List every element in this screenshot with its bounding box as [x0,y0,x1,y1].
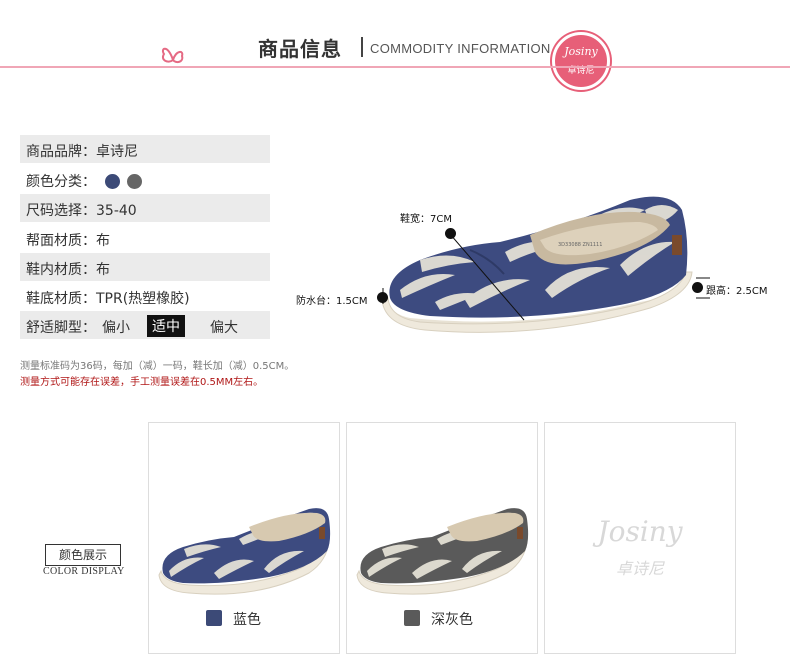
spec-row-sole: 鞋底材质：TPR(热塑橡胶) [20,282,270,310]
color-card-gray[interactable]: 深灰色 [346,422,538,654]
shoe-illustration: 3D33088 ZN1111 [381,196,710,333]
spec-label: 鞋内材质： [26,262,96,278]
spec-value: 布 [96,262,110,278]
fit-option-large: 偏大 [210,320,238,336]
measurement-warning: 测量方式可能存在误差，手工测量误差在0.5MM左右。 [20,377,264,388]
brand-logo: Josiny [597,515,683,548]
color-dot-blue [105,174,120,189]
platform-annotation: 防水台：1.5CM [296,296,368,307]
width-marker-dot [445,228,456,239]
brand-logo-script: 卓诗尼 [615,559,664,578]
spec-value: 35-40 [96,203,137,219]
spec-label: 颜色分类： [26,174,96,190]
butterfly-icon [162,47,184,64]
color-card-blue[interactable]: 蓝色 [148,422,340,654]
spec-label: 尺码选择： [26,203,96,219]
svg-text:3D33088 ZN1111: 3D33088 ZN1111 [558,242,602,248]
spec-value: 布 [96,233,110,249]
spec-label: 商品品牌： [26,144,96,160]
color-dot-gray [127,174,142,189]
fit-option-medium: 适中 [147,315,185,337]
spec-label: 帮面材质： [26,233,96,249]
spec-row-colors: 颜色分类： [20,165,270,193]
spec-row-size: 尺码选择：35-40 [20,194,270,222]
spec-row-lining: 鞋内材质：布 [20,253,270,281]
badge-logo-text: Josiny [564,45,598,58]
spec-value: TPR(热塑橡胶) [96,291,190,307]
page-title: 商品信息 [258,37,342,61]
color-name-gray: 深灰色 [431,612,473,628]
heel-annotation: 跟高：2.5CM [706,286,768,297]
page-subtitle: COMMODITY INFORMATION [370,41,551,56]
color-display-subtitle: COLOR DISPLAY [43,566,125,577]
color-swatch-gray [404,610,420,626]
header-divider [0,66,790,68]
color-name-blue: 蓝色 [233,612,261,628]
platform-marker-dot [377,292,388,303]
badge-brand-name: 卓诗尼 [567,66,595,76]
spec-row-fit: 舒适脚型： 偏小 适中 偏大 [20,311,270,339]
logo-card: Josiny 卓诗尼 [544,422,736,654]
title-separator [361,37,363,57]
spec-label: 舒适脚型： [26,320,96,336]
heel-marker-dot [692,282,703,293]
gray-shoe-image [356,508,529,595]
brand-badge: Josiny 卓诗尼 [552,32,610,90]
spec-value: 卓诗尼 [96,144,138,160]
measurement-note: 测量标准码为36码，每加（减）一码，鞋长加（减）0.5CM。 [20,361,295,372]
fit-option-small: 偏小 [102,320,130,336]
blue-shoe-image [158,508,331,595]
color-swatch-blue [206,610,222,626]
spec-row-brand: 商品品牌：卓诗尼 [20,135,270,163]
product-image: 3D33088 ZN1111 鞋宽：7CM 跟高：2.5CM 防水台：1.5CM [290,180,790,345]
color-display-title: 颜色展示 [45,544,121,566]
spec-label: 鞋底材质： [26,291,96,307]
width-annotation: 鞋宽：7CM [400,214,452,225]
spec-row-upper: 帮面材质：布 [20,224,270,252]
